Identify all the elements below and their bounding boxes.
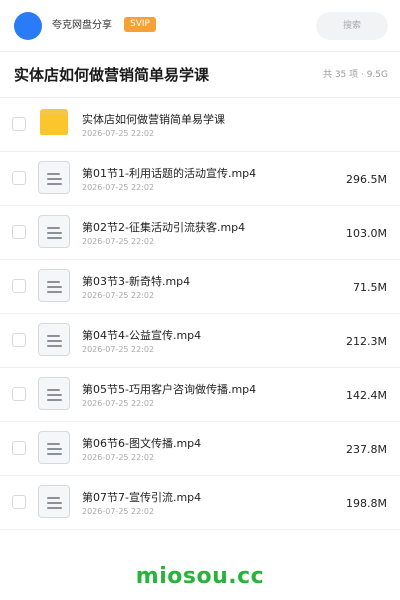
file-name: 实体店如何做营销简单易学课: [82, 113, 225, 126]
file-list: 实体店如何做营销简单易学课 2026-07-25 22:02 第01节1-利用话…: [0, 98, 400, 530]
list-item[interactable]: 第07节7-宣传引流.mp4 2026-07-25 22:02 198.8M: [0, 476, 400, 530]
folder-title-bar: 实体店如何做营销简单易学课 共 35 项 · 9.5G: [0, 52, 400, 98]
file-name: 第06节6-图文传播.mp4: [82, 437, 202, 450]
file-date: 2026-07-25 22:02: [82, 399, 155, 408]
avatar[interactable]: [14, 12, 42, 40]
file-size: 198.8M: [346, 497, 387, 510]
folder-icon: [40, 109, 68, 135]
file-date: 2026-07-25 22:02: [82, 291, 155, 300]
list-item[interactable]: 实体店如何做营销简单易学课 2026-07-25 22:02: [0, 98, 400, 152]
checkbox[interactable]: [12, 225, 26, 239]
checkbox[interactable]: [12, 387, 26, 401]
list-item[interactable]: 第02节2-征集活动引流获客.mp4 2026-07-25 22:02 103.…: [0, 206, 400, 260]
video-file-icon: [38, 431, 70, 464]
file-name: 第05节5-巧用客户咨询做传播.mp4: [82, 383, 257, 396]
file-name: 第02节2-征集活动引流获客.mp4: [82, 221, 246, 234]
list-item[interactable]: 第03节3-新奇特.mp4 2026-07-25 22:02 71.5M: [0, 260, 400, 314]
video-file-icon: [38, 323, 70, 356]
video-file-icon: [38, 377, 70, 410]
watermark-text: miosou.cc: [135, 564, 265, 589]
file-date: 2026-07-25 22:02: [82, 345, 155, 354]
file-name: 第07节7-宣传引流.mp4: [82, 491, 202, 504]
video-file-icon: [38, 269, 70, 302]
file-date: 2026-07-25 22:02: [82, 507, 155, 516]
share-header: 夸克网盘分享 SVIP 搜索: [0, 0, 400, 52]
file-date: 2026-07-25 22:02: [82, 237, 155, 246]
file-date: 2026-07-25 22:02: [82, 129, 155, 138]
file-name: 第04节4-公益宣传.mp4: [82, 329, 202, 342]
file-size: 103.0M: [346, 227, 387, 240]
file-size: 296.5M: [346, 173, 387, 186]
page-title: 实体店如何做营销简单易学课: [14, 66, 210, 84]
list-item[interactable]: 第05节5-巧用客户咨询做传播.mp4 2026-07-25 22:02 142…: [0, 368, 400, 422]
file-size: 212.3M: [346, 335, 387, 348]
video-file-icon: [38, 161, 70, 194]
share-name: 夸克网盘分享: [52, 20, 112, 31]
file-size: 237.8M: [346, 443, 387, 456]
folder-meta: 共 35 项 · 9.5G: [322, 70, 388, 80]
checkbox[interactable]: [12, 495, 26, 509]
checkbox[interactable]: [12, 171, 26, 185]
list-item[interactable]: 第01节1-利用话题的活动宣传.mp4 2026-07-25 22:02 296…: [0, 152, 400, 206]
checkbox[interactable]: [12, 441, 26, 455]
video-file-icon: [38, 485, 70, 518]
file-size: 71.5M: [353, 281, 387, 294]
checkbox[interactable]: [12, 117, 26, 131]
list-item[interactable]: 第04节4-公益宣传.mp4 2026-07-25 22:02 212.3M: [0, 314, 400, 368]
checkbox[interactable]: [12, 279, 26, 293]
file-size: 142.4M: [346, 389, 387, 402]
file-name: 第01节1-利用话题的活动宣传.mp4: [82, 167, 257, 180]
file-date: 2026-07-25 22:02: [82, 453, 155, 462]
list-item[interactable]: 第06节6-图文传播.mp4 2026-07-25 22:02 237.8M: [0, 422, 400, 476]
svip-badge: SVIP: [124, 17, 156, 32]
search-input[interactable]: 搜索: [316, 12, 388, 40]
checkbox[interactable]: [12, 333, 26, 347]
file-name: 第03节3-新奇特.mp4: [82, 275, 191, 288]
video-file-icon: [38, 215, 70, 248]
file-date: 2026-07-25 22:02: [82, 183, 155, 192]
